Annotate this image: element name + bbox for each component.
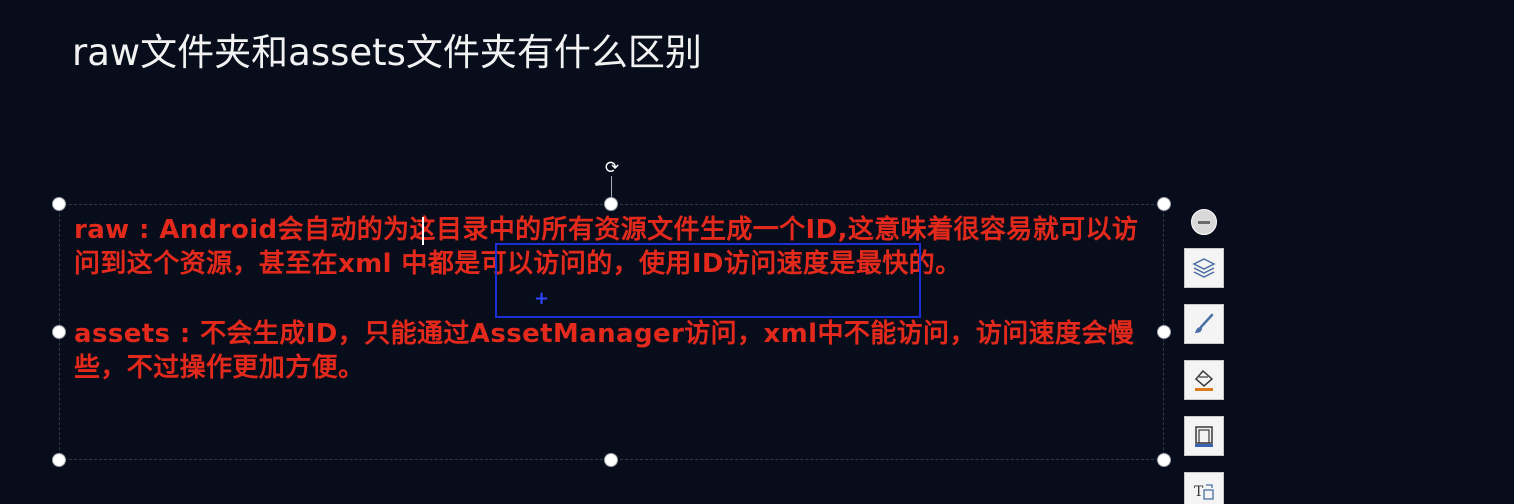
slide-title[interactable]: raw文件夹和assets文件夹有什么区别: [72, 22, 702, 76]
resize-handle-bottom-center[interactable]: [604, 453, 618, 467]
resize-handle-bottom-right[interactable]: [1157, 453, 1171, 467]
frame-icon: [1195, 426, 1213, 447]
resize-handle-middle-right[interactable]: [1157, 325, 1171, 339]
shape-outline-button[interactable]: [1184, 416, 1224, 456]
style-brush-button[interactable]: [1184, 304, 1224, 344]
fill-icon: [1194, 369, 1214, 391]
text-wrap-button[interactable]: T: [1184, 472, 1224, 504]
text-caret: [422, 217, 424, 245]
slide-canvas[interactable]: raw文件夹和assets文件夹有什么区别 raw : Android会自动的为…: [0, 0, 1514, 504]
layers-button[interactable]: [1184, 248, 1224, 288]
resize-handle-top-right[interactable]: [1157, 197, 1171, 211]
drag-selection-rectangle: [495, 243, 921, 318]
resize-handle-top-center[interactable]: [604, 197, 618, 211]
paragraph-assets[interactable]: assets : 不会生成ID，只能通过AssetManager访问，xml中不…: [74, 317, 1154, 385]
rotate-handle-stem: [611, 176, 612, 198]
collapse-icon[interactable]: [1191, 209, 1217, 235]
svg-text:T: T: [1194, 484, 1204, 500]
resize-handle-bottom-left[interactable]: [52, 453, 66, 467]
brush-icon: [1195, 313, 1214, 333]
text-wrap-icon: T: [1194, 484, 1214, 500]
resize-handle-middle-left[interactable]: [52, 325, 66, 339]
layers-icon: [1192, 258, 1216, 278]
shape-fill-button[interactable]: [1184, 360, 1224, 400]
resize-handle-top-left[interactable]: [52, 197, 66, 211]
rotate-handle-icon[interactable]: ⟳: [602, 158, 622, 178]
crosshair-cursor-icon: +: [534, 288, 550, 309]
